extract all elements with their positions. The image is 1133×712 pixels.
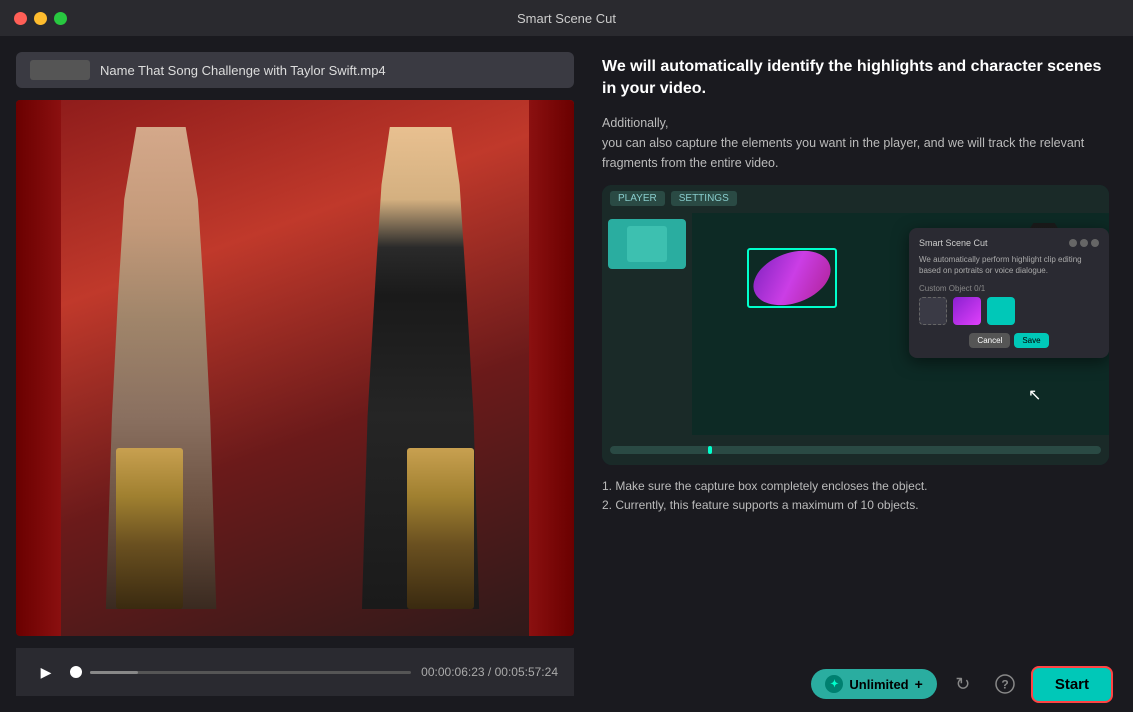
dialog-custom-label: Custom Object 0/1 (919, 284, 1099, 293)
dialog-actions: Cancel Save (919, 333, 1099, 348)
preview-tab-settings[interactable]: SETTINGS (671, 191, 737, 206)
dialog-save-button[interactable]: Save (1014, 333, 1048, 348)
app-title: Smart Scene Cut (517, 11, 616, 26)
dialog-close-buttons (1069, 239, 1099, 247)
smart-scene-dialog: Smart Scene Cut We automatically perform… (909, 228, 1109, 358)
video-frame (16, 100, 574, 636)
preview-thumb-inner (627, 226, 667, 262)
start-button[interactable]: Start (1031, 666, 1113, 703)
preview-main-area: ↖ Smart Scene Cut We a (602, 213, 1109, 435)
preview-inner: PLAYER SETTINGS (602, 185, 1109, 465)
help-button[interactable]: ? (989, 668, 1021, 700)
file-name: Name That Song Challenge with Taylor Swi… (100, 63, 386, 78)
progress-container (70, 666, 411, 678)
progress-bar[interactable] (90, 671, 411, 674)
credits-badge[interactable]: ✦ Unlimited + (811, 669, 936, 699)
video-player[interactable] (16, 100, 574, 636)
credits-label: Unlimited (849, 677, 908, 692)
file-icon (30, 60, 90, 80)
dialog-minimize-btn[interactable] (1080, 239, 1088, 247)
minimize-button[interactable] (34, 12, 47, 25)
credits-icon: ✦ (825, 675, 843, 693)
file-bar: Name That Song Challenge with Taylor Swi… (16, 52, 574, 88)
play-button[interactable]: ▶ (32, 658, 60, 686)
notes-text: 1. Make sure the capture box completely … (602, 477, 1109, 515)
cursor-icon: ↖ (1028, 385, 1044, 405)
left-panel: Name That Song Challenge with Taylor Swi… (0, 36, 590, 712)
titlebar: Smart Scene Cut (0, 0, 1133, 36)
dialog-titlebar: Smart Scene Cut (919, 238, 1099, 248)
dialog-body: We automatically perform highlight clip … (919, 254, 1099, 276)
svg-text:?: ? (1001, 678, 1008, 692)
preview-canvas: ↖ Smart Scene Cut We a (692, 213, 1109, 435)
preview-image: PLAYER SETTINGS (602, 185, 1109, 465)
main-heading: We will automatically identify the highl… (602, 56, 1109, 101)
dialog-obj-disc (953, 297, 981, 325)
dialog-obj-placeholder (919, 297, 947, 325)
preview-left-col (602, 213, 692, 435)
close-button[interactable] (14, 12, 27, 25)
dialog-cancel-button[interactable]: Cancel (969, 333, 1010, 348)
preview-thumb (608, 219, 686, 269)
credits-plus-icon: + (915, 676, 923, 692)
sub-description: Additionally, you can also capture the e… (602, 113, 1109, 173)
dialog-close-btn[interactable] (1069, 239, 1077, 247)
timeline-track[interactable] (610, 446, 1101, 454)
preview-timeline (602, 435, 1109, 465)
dialog-objects-row (919, 297, 1099, 325)
dialog-expand-btn[interactable] (1091, 239, 1099, 247)
dialog-title: Smart Scene Cut (919, 238, 988, 248)
dialog-obj-color (987, 297, 1015, 325)
curtain-left (16, 100, 61, 636)
main-layout: Name That Song Challenge with Taylor Swi… (0, 36, 1133, 712)
selection-box (747, 248, 837, 308)
video-controls: ▶ 00:00:06:23 / 00:05:57:24 (16, 648, 574, 696)
fullscreen-button[interactable] (54, 12, 67, 25)
podium-left (116, 448, 183, 609)
preview-toolbar: PLAYER SETTINGS (602, 185, 1109, 213)
timeline-position (708, 446, 712, 454)
curtain-right (529, 100, 574, 636)
preview-tab-player[interactable]: PLAYER (610, 191, 665, 206)
progress-fill (90, 671, 138, 674)
bottom-bar: ✦ Unlimited + ↻ ? Start (590, 656, 1133, 712)
help-icon: ? (995, 674, 1015, 694)
right-panel: We will automatically identify the highl… (590, 36, 1133, 712)
traffic-lights (14, 12, 67, 25)
podium-right (407, 448, 474, 609)
time-current: 00:00:06:23 / 00:05:57:24 (421, 665, 558, 679)
progress-dot[interactable] (70, 666, 82, 678)
refresh-button[interactable]: ↻ (947, 668, 979, 700)
